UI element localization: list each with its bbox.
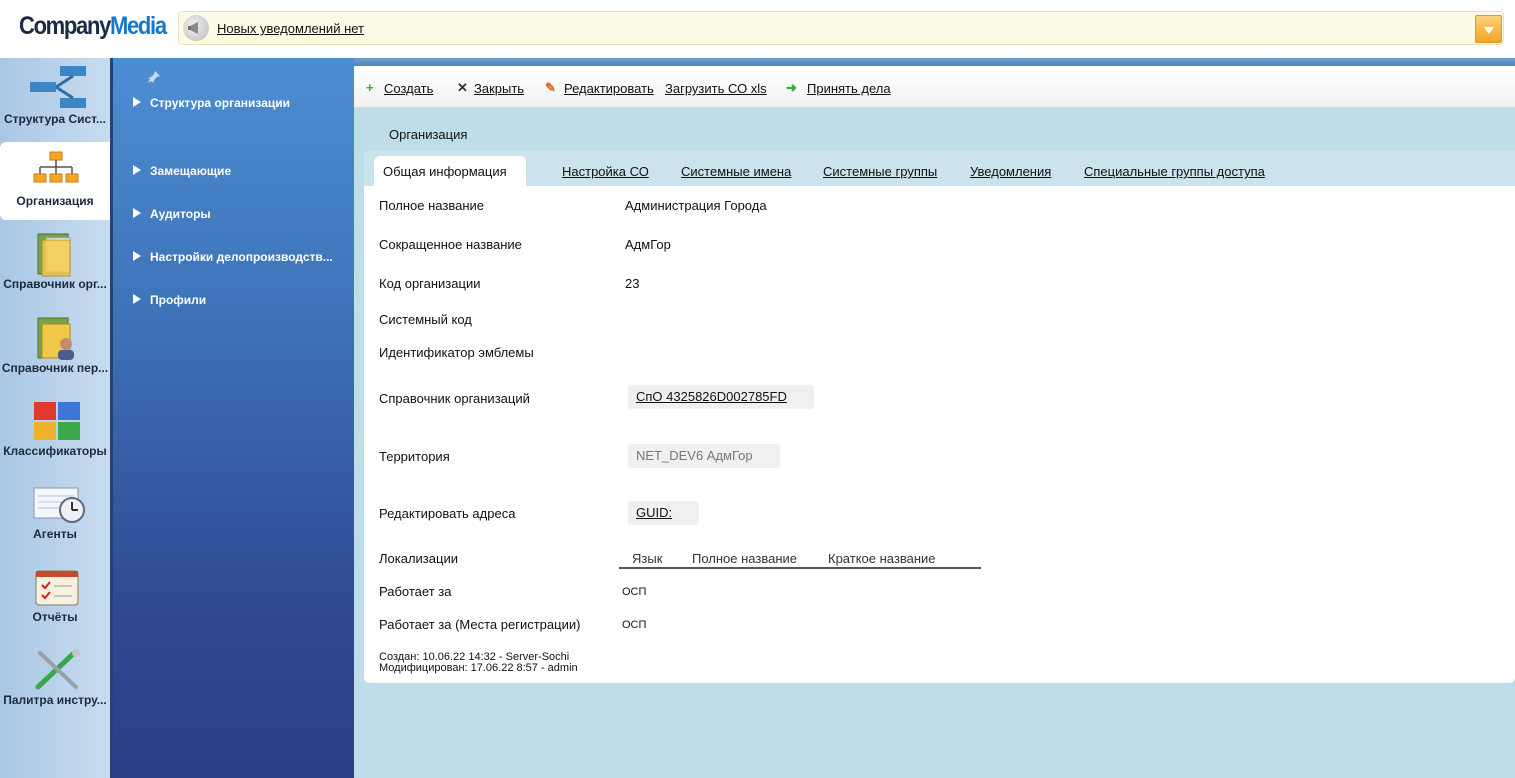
nav-item-org-structure[interactable]: Структура организации <box>133 96 290 110</box>
guid-link[interactable]: GUID: <box>628 501 699 525</box>
tab-system-groups[interactable]: Системные группы <box>823 164 937 179</box>
tab-system-names[interactable]: Системные имена <box>681 164 791 179</box>
nav-item-label: Настройки делопроизводств... <box>150 250 333 264</box>
territory-value: NET_DEV6 АдмГор <box>628 444 780 468</box>
short-name-value: АдмГор <box>625 237 671 252</box>
tab-notifications[interactable]: Уведомления <box>970 164 1051 179</box>
works-for-reg-value: ОСП <box>622 619 647 631</box>
expand-arrow-icon <box>133 208 141 218</box>
nav-item-label: Профили <box>150 293 207 307</box>
logo-company-text: Company <box>19 12 111 40</box>
loc-col-short-name[interactable]: Краткое название <box>828 551 936 566</box>
expand-arrow-icon <box>133 294 141 304</box>
territory-label: Территория <box>379 449 450 464</box>
module-personnel-directory[interactable]: Справочник пер... <box>0 310 110 380</box>
personnel-folder-icon <box>37 317 74 360</box>
module-org-directory[interactable]: Справочник орг... <box>0 226 110 296</box>
upload-xls-button[interactable]: Загрузить СО xls <box>665 81 767 96</box>
plus-icon: + <box>366 80 374 95</box>
accept-cases-button[interactable]: Принять дела <box>807 81 891 96</box>
module-label: Справочник пер... <box>1 361 109 375</box>
org-chart-icon <box>33 151 79 183</box>
network-structure-icon <box>30 66 86 108</box>
nav-item-label: Структура организации <box>150 96 290 110</box>
tab-so-settings[interactable]: Настройка СО <box>562 164 649 179</box>
loc-col-language[interactable]: Язык <box>632 551 662 566</box>
module-label: Палитра инстру... <box>3 693 107 707</box>
localizations-table-divider <box>619 567 981 569</box>
tab-general-info-label: Общая информация <box>383 164 507 179</box>
action-toolbar: + Создать ✕ Закрыть ✎ Редактировать Загр… <box>354 66 1515 108</box>
expand-arrow-icon <box>133 251 141 261</box>
full-name-label: Полное название <box>379 198 485 213</box>
nav-item-label: Аудиторы <box>150 207 211 221</box>
works-for-label: Работает за <box>379 584 452 599</box>
arrow-right-icon: ➜ <box>786 80 797 95</box>
module-agents[interactable]: Агенты <box>0 480 110 550</box>
notification-dropdown-button[interactable] <box>1475 15 1502 43</box>
module-label: Отчёты <box>32 610 78 624</box>
org-directory-label: Справочник организаций <box>379 391 530 406</box>
short-name-label: Сокращенное название <box>379 237 522 252</box>
works-for-value: ОСП <box>622 586 647 598</box>
app-header: CompanyMedia Новых уведомлений нет <box>0 0 1515 58</box>
folder-document-icon <box>37 233 71 277</box>
section-title: Организация <box>389 127 468 142</box>
nav-item-substitutes[interactable]: Замещающие <box>133 164 231 178</box>
nav-item-profiles[interactable]: Профили <box>133 293 206 307</box>
module-reports[interactable]: Отчёты <box>0 563 110 633</box>
logo-media-text: Media <box>109 12 167 40</box>
tab-special-access-groups[interactable]: Специальные группы доступа <box>1084 164 1265 179</box>
notification-link[interactable]: Новых уведомлений нет <box>217 21 364 36</box>
module-classifiers[interactable]: Классификаторы <box>0 396 110 466</box>
close-icon: ✕ <box>457 80 468 95</box>
org-directory-link[interactable]: СпО 4325826D002785FD <box>628 385 814 409</box>
org-code-value: 23 <box>625 276 640 291</box>
close-button[interactable]: Закрыть <box>474 81 524 96</box>
module-label: Классификаторы <box>3 444 107 458</box>
localizations-label: Локализации <box>379 551 458 566</box>
megaphone-icon <box>183 15 209 41</box>
works-for-reg-label: Работает за (Места регистрации) <box>379 617 581 632</box>
navigation-panel: Структура организации Замещающие Аудитор… <box>110 58 354 778</box>
company-logo[interactable]: CompanyMedia <box>19 12 167 41</box>
nav-item-auditors[interactable]: Аудиторы <box>133 207 211 221</box>
tools-icon <box>35 649 80 690</box>
module-system-structure[interactable]: Структура Сист... <box>0 60 110 138</box>
edit-button[interactable]: Редактировать <box>564 81 654 96</box>
notification-bar: Новых уведомлений нет <box>178 11 1504 45</box>
tab-bar <box>364 151 1515 186</box>
expand-arrow-icon <box>133 165 141 175</box>
org-code-label: Код организации <box>379 276 481 291</box>
form-panel <box>364 186 1515 683</box>
pencil-icon: ✎ <box>545 80 556 95</box>
module-label: Агенты <box>33 527 77 541</box>
puzzle-icon <box>34 402 80 440</box>
checklist-icon <box>35 570 79 606</box>
emblem-id-label: Идентификатор эмблемы <box>379 345 534 360</box>
full-name-value: Администрация Города <box>625 198 767 213</box>
module-tool-palette[interactable]: Палитра инстру... <box>0 645 110 715</box>
module-label: Структура Сист... <box>4 112 106 126</box>
edit-addresses-label: Редактировать адреса <box>379 506 516 521</box>
module-label: Справочник орг... <box>3 277 107 291</box>
module-label: Организация <box>16 194 94 208</box>
schedule-clock-icon <box>33 487 85 523</box>
system-code-label: Системный код <box>379 312 472 327</box>
pin-icon[interactable] <box>147 70 161 84</box>
nav-item-label: Замещающие <box>150 164 232 178</box>
create-button[interactable]: Создать <box>384 81 433 96</box>
module-organization[interactable]: Организация <box>0 142 110 220</box>
loc-col-full-name[interactable]: Полное название <box>692 551 797 566</box>
modified-info: Модифицирован: 17.06.22 8:57 - admin <box>379 662 578 674</box>
expand-arrow-icon <box>133 97 141 107</box>
nav-item-records-settings[interactable]: Настройки делопроизводств... <box>133 250 333 264</box>
